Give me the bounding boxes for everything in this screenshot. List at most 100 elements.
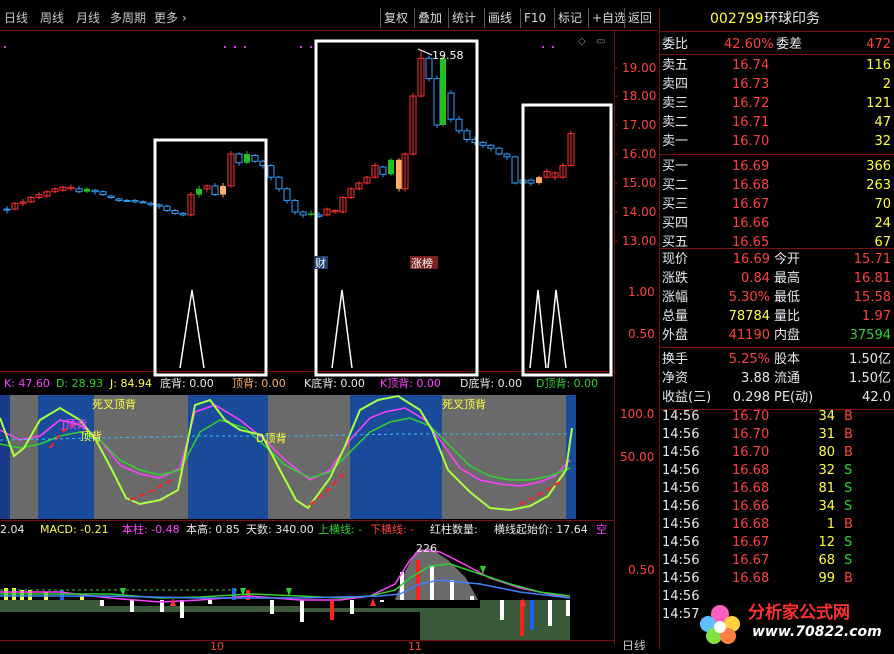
tick-row[interactable]: 14:56 16.68 81 S	[660, 480, 894, 497]
macd-bar	[300, 600, 304, 622]
expand-icon: ▭	[596, 36, 605, 47]
stat-row: 收益(三) 0.298 PE(动) 42.0	[660, 389, 894, 406]
collapse-icon: ◇	[578, 36, 586, 47]
candle-body	[308, 213, 314, 215]
macd-bar	[100, 600, 104, 606]
sell-level-row[interactable]: 卖三 16.72 121	[660, 95, 894, 112]
tick-row[interactable]: 14:56 16.70 31 B	[660, 426, 894, 443]
stat-label: 总量	[662, 309, 689, 324]
tick-row[interactable]: 14:56 16.70 80 B	[660, 444, 894, 461]
tick-time: 14:56	[662, 481, 700, 496]
macd-bar	[566, 600, 570, 616]
level-volume: 32	[874, 134, 891, 149]
sell-level-row[interactable]: 卖一 16.70 32	[660, 133, 894, 150]
tick-side: B	[844, 517, 853, 532]
level-volume: 70	[874, 197, 891, 212]
buy-level-row[interactable]: 买一 16.69 366	[660, 158, 894, 175]
tick-volume: 68	[818, 553, 835, 568]
stock-name: 环球印务	[764, 11, 820, 27]
svg-text:13.00: 13.00	[622, 234, 656, 248]
level-volume: 116	[866, 58, 891, 73]
svg-text:0.50: 0.50	[628, 563, 655, 577]
macd-bar-value: 本柱: -0.48	[122, 522, 180, 536]
sell-level-row[interactable]: 卖四 16.73 2	[660, 76, 894, 93]
level-label: 卖五	[662, 58, 689, 73]
stat-row: 涨幅 5.30% 最低 15.58	[660, 289, 894, 306]
candle-body	[99, 191, 107, 196]
stat-label: 涨幅	[662, 290, 689, 305]
level-volume: 121	[866, 96, 891, 111]
level-price: 16.71	[732, 115, 770, 130]
kdj-k-top-div: K顶背: 0.00	[380, 376, 441, 390]
tick-row[interactable]: 14:56 16.66 34 S	[660, 498, 894, 515]
stat-row: 净资 3.88 流通 1.50亿	[660, 370, 894, 387]
sell-level-row[interactable]: 卖二 16.71 47	[660, 114, 894, 131]
quote-panel: 002799 环球印务 委比 42.60% 委差 472 卖五 16.74 116 卖…	[659, 8, 894, 650]
stat-value: 1.50亿	[849, 352, 891, 367]
macd-bar	[450, 580, 454, 600]
level-volume: 2	[882, 77, 891, 92]
kdj-bottom-div: 底背: 0.00	[160, 376, 214, 390]
tick-row[interactable]: 14:56 16.67 68 S	[660, 552, 894, 569]
sub-axis: 1.00 0.50	[628, 285, 655, 341]
chart-area[interactable]: ◇ ▭ 19.00 18.00 17.00 16.00 15.00 14.00 …	[0, 0, 658, 653]
buy-level-row[interactable]: 买四 16.66 24	[660, 215, 894, 232]
macd-bar	[380, 600, 384, 602]
macd-bar	[430, 566, 434, 600]
candle-body	[84, 188, 90, 192]
tick-time: 14:56	[662, 589, 700, 604]
sell-level-row[interactable]: 卖五 16.74 116	[660, 57, 894, 74]
stat-row: 现价 16.69 今开 15.71	[660, 251, 894, 268]
tick-side: B	[844, 445, 853, 460]
macd-bar	[130, 600, 134, 612]
level-volume: 263	[866, 178, 891, 193]
stat-value: 1.50亿	[849, 371, 891, 386]
stat-value: 41190	[728, 328, 770, 343]
tick-row[interactable]: 14:56 16.68 1 B	[660, 516, 894, 533]
tick-volume: 1	[826, 517, 835, 532]
level-price: 16.74	[732, 58, 770, 73]
tick-time: 14:56	[662, 553, 700, 568]
candle-body	[131, 199, 139, 203]
candle-body	[91, 189, 99, 193]
tick-row[interactable]: 14:56 16.68 32 S	[660, 462, 894, 479]
watermark: 分析家公式网 www.70822.com	[696, 592, 894, 650]
stat-value: 3.88	[741, 371, 770, 386]
stat-row: 外盘 41190 内盘 37594	[660, 327, 894, 344]
buy-level-row[interactable]: 买二 16.68 263	[660, 177, 894, 194]
weicha-value: 472	[866, 37, 891, 52]
stat-value: 0.298	[732, 390, 770, 405]
stat-label: 换手	[662, 352, 689, 367]
candle-body	[479, 141, 487, 146]
kdj-d-value: D: 28.93	[56, 377, 103, 390]
macd-bar	[548, 600, 552, 626]
stat-value: 42.0	[862, 390, 891, 405]
candle-body	[503, 153, 511, 158]
stat-value: 5.25%	[728, 352, 770, 367]
candle-body	[495, 147, 503, 155]
tick-time: 14:56	[662, 571, 700, 586]
candle-body	[379, 166, 387, 175]
candle-body	[283, 188, 291, 201]
tick-row[interactable]: 14:56 16.68 99 B	[660, 570, 894, 587]
stat-value: 1.97	[862, 309, 891, 324]
macd-start-price: 横线起始价: 17.64	[494, 522, 588, 536]
level-price: 16.73	[732, 77, 770, 92]
tick-row[interactable]: 14:56 16.70 34 B	[660, 408, 894, 425]
x-axis-labels: 10 11	[210, 640, 422, 653]
level-label: 买三	[662, 197, 689, 212]
buy-level-row[interactable]: 买三 16.67 70	[660, 196, 894, 213]
tick-volume: 31	[818, 427, 835, 442]
tick-row[interactable]: 14:56 16.67 12 S	[660, 534, 894, 551]
candle-body	[536, 177, 542, 183]
svg-text:50.00: 50.00	[620, 450, 654, 464]
candle-body	[275, 176, 283, 190]
tick-volume: 99	[818, 571, 835, 586]
stat-label: 涨跌	[662, 271, 689, 286]
tick-time: 14:56	[662, 517, 700, 532]
candle-body	[463, 130, 471, 141]
macd-bar	[416, 560, 420, 600]
kdj-note-1: 死叉顶背	[92, 397, 136, 411]
svg-text:1.00: 1.00	[628, 285, 655, 299]
macd-bar	[208, 600, 212, 604]
